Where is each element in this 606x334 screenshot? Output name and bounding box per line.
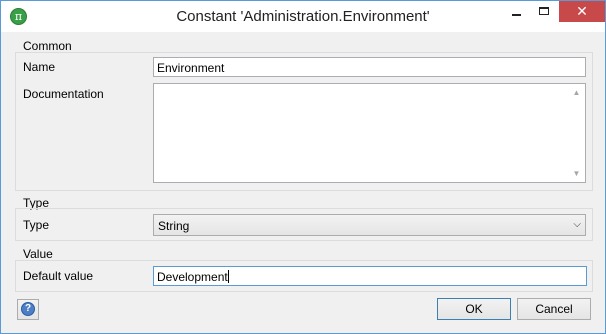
name-label: Name (23, 60, 56, 74)
scroll-up-icon[interactable]: ▲ (568, 84, 585, 101)
title-bar[interactable]: π Constant 'Administration.Environment' … (1, 1, 605, 32)
type-select-value: String (158, 219, 190, 233)
dialog-window: π Constant 'Administration.Environment' … (0, 0, 606, 334)
minimize-button[interactable] (503, 1, 530, 22)
name-field[interactable]: Environment (153, 57, 586, 77)
close-button[interactable]: ✕ (559, 1, 605, 22)
type-label: Type (23, 218, 50, 232)
chevron-down-icon: ⌵ (573, 219, 581, 230)
documentation-field[interactable]: ▲ ▼ (153, 83, 586, 183)
section-title-value: Value (23, 247, 53, 261)
section-title-common: Common (23, 39, 72, 53)
minimize-icon (512, 14, 521, 16)
maximize-icon (539, 7, 549, 15)
default-value-text: Development (157, 270, 228, 284)
help-button[interactable]: ? (17, 299, 39, 320)
maximize-button[interactable] (531, 1, 558, 22)
documentation-scrollbar[interactable]: ▲ ▼ (568, 84, 585, 182)
type-select[interactable]: String ⌵ (153, 214, 586, 236)
default-value-label: Default value (23, 269, 94, 283)
help-icon: ? (21, 302, 35, 316)
ok-button[interactable]: OK (437, 298, 511, 320)
default-value-field[interactable]: Development (153, 266, 587, 286)
cancel-button[interactable]: Cancel (517, 298, 591, 320)
documentation-label: Documentation (23, 87, 104, 101)
text-caret (227, 270, 229, 283)
scroll-down-icon[interactable]: ▼ (568, 165, 585, 182)
